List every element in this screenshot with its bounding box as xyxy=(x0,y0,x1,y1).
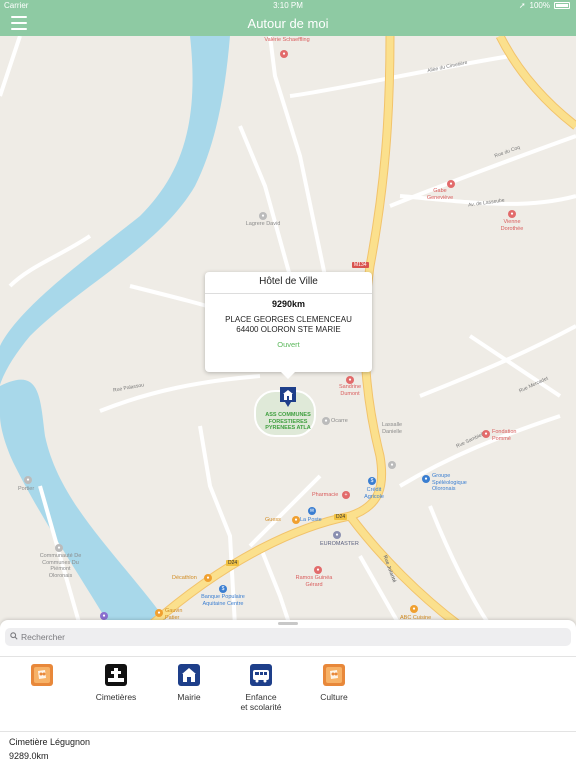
selected-place-label: ASS COMMUNES FORESTIERES PYRENEES ATLA xyxy=(265,412,311,432)
place-pin-icon[interactable]: ● xyxy=(333,531,341,539)
status-bar: Carrier 3:10 PM ➚ 100% xyxy=(0,0,576,12)
shop-icon[interactable]: ● xyxy=(204,574,212,582)
bank-icon[interactable]: $ xyxy=(368,477,376,485)
place-pin-icon[interactable]: ● xyxy=(482,430,490,438)
bank-icon[interactable]: $ xyxy=(219,585,227,593)
divider xyxy=(0,656,576,657)
drag-handle[interactable] xyxy=(278,622,298,625)
clock: 3:10 PM xyxy=(273,1,303,10)
category-culture-orange[interactable] xyxy=(7,664,77,692)
place-label: Banque Populaire Aquitaine Centre xyxy=(201,594,245,607)
culture-icon xyxy=(323,664,345,686)
page-title: Autour de moi xyxy=(247,16,329,31)
town-hall-marker-icon[interactable] xyxy=(279,386,297,408)
place-label: Lassalle Danielle xyxy=(381,422,403,435)
category-label: Mairie xyxy=(177,692,201,702)
category-list: Cimetières Mairie Enfance et scolarité C… xyxy=(0,664,576,728)
place-label: Groupe Spéléologique Oloronais xyxy=(432,473,467,493)
pharmacy-icon[interactable]: + xyxy=(342,491,350,499)
place-pin-icon[interactable]: ● xyxy=(314,566,322,574)
place-pin-icon[interactable]: ● xyxy=(422,475,430,483)
popup-distance: 9290km xyxy=(271,299,306,309)
popup-title: Hôtel de Ville xyxy=(205,272,372,294)
status-right: ➚ 100% xyxy=(519,1,570,10)
category-label: Culture xyxy=(320,692,348,702)
place-label: Guess xyxy=(265,517,281,523)
place-label: La Poste xyxy=(300,517,322,523)
app-root: Carrier 3:10 PM ➚ 100% Autour de moi M13… xyxy=(0,0,576,768)
battery-percent: 100% xyxy=(529,1,550,10)
place-pin-icon[interactable]: ● xyxy=(24,476,32,484)
search-input[interactable] xyxy=(21,628,561,646)
place-label: Crédit Agricole xyxy=(364,487,384,500)
category-label: Enfance et scolarité xyxy=(226,692,296,712)
category-town-hall[interactable]: Mairie xyxy=(154,664,224,702)
place-label: Portier xyxy=(18,486,35,492)
place-pin-icon[interactable]: ● xyxy=(259,212,267,220)
address-line: PLACE GEORGES CLEMENCEAU xyxy=(225,315,352,324)
road-label: M134 xyxy=(352,262,369,268)
bottom-sheet: Cimetières Mairie Enfance et scolarité xyxy=(0,620,576,768)
place-label: EUROMASTER xyxy=(320,541,359,547)
road-label: D24 xyxy=(226,560,240,566)
place-pin-icon[interactable]: ● xyxy=(322,417,330,425)
place-label: Sandrine Dumont xyxy=(338,384,362,397)
search-icon xyxy=(10,632,18,640)
result-list-item[interactable]: Cimetière Légugnon 9289.0km xyxy=(0,734,576,768)
location-icon: ➚ xyxy=(518,1,526,10)
category-label-line: et scolarité xyxy=(240,702,282,712)
category-culture[interactable]: Culture xyxy=(299,664,369,702)
popup-address: PLACE GEORGES CLEMENCEAU 64400 OLORON ST… xyxy=(205,315,372,335)
place-popup[interactable]: Hôtel de Ville 9290km PLACE GEORGES CLEM… xyxy=(205,272,372,379)
place-label: Valérie Schaeffling xyxy=(264,37,310,43)
navigation-bar: Autour de moi xyxy=(0,12,576,36)
place-label: Ocarre xyxy=(331,418,348,424)
place-pin-icon[interactable]: ● xyxy=(100,612,108,620)
place-pin-icon[interactable]: ● xyxy=(280,50,288,58)
place-label: Fondation Pommé xyxy=(492,429,517,442)
category-cemeteries[interactable]: Cimetières xyxy=(81,664,151,702)
shop-icon[interactable]: ● xyxy=(155,609,163,617)
address-line: 64400 OLORON STE MARIE xyxy=(236,325,341,334)
place-pin-icon[interactable]: ● xyxy=(508,210,516,218)
culture-orange-icon xyxy=(31,664,53,686)
place-pin-icon[interactable]: ● xyxy=(55,544,63,552)
place-label: Communauté De Communes Du Piémont Oloron… xyxy=(39,553,82,579)
place-label: Gabe Geneviève xyxy=(426,188,454,201)
place-label: Décathlon xyxy=(172,575,197,581)
category-label: Cimetières xyxy=(95,692,137,702)
place-label: Vienne Dorothée xyxy=(500,219,524,232)
town-hall-icon xyxy=(178,664,200,686)
place-pin-icon[interactable]: ● xyxy=(447,180,455,188)
place-pin-icon[interactable]: ● xyxy=(346,376,354,384)
post-office-icon[interactable]: ✉ xyxy=(308,507,316,515)
divider xyxy=(0,731,576,732)
result-name: Cimetière Légugnon xyxy=(9,737,91,747)
opening-status: Ouvert xyxy=(277,340,300,349)
search-bar[interactable] xyxy=(5,628,571,646)
school-bus-icon xyxy=(250,664,272,686)
place-label: Ramos Guinéa Gérard xyxy=(295,575,333,588)
place-label: Lagrere David xyxy=(245,221,281,227)
road-label: D24 xyxy=(334,514,348,520)
place-label: Pharmacie xyxy=(312,492,339,498)
category-label-line: Enfance xyxy=(245,692,277,702)
shop-icon[interactable]: ● xyxy=(410,605,418,613)
battery-icon xyxy=(554,2,570,9)
place-pin-icon[interactable]: ● xyxy=(388,461,396,469)
result-distance: 9289.0km xyxy=(9,751,49,761)
cemetery-icon xyxy=(105,664,127,686)
shop-icon[interactable]: ● xyxy=(292,516,300,524)
category-childhood-school[interactable]: Enfance et scolarité xyxy=(226,664,296,712)
